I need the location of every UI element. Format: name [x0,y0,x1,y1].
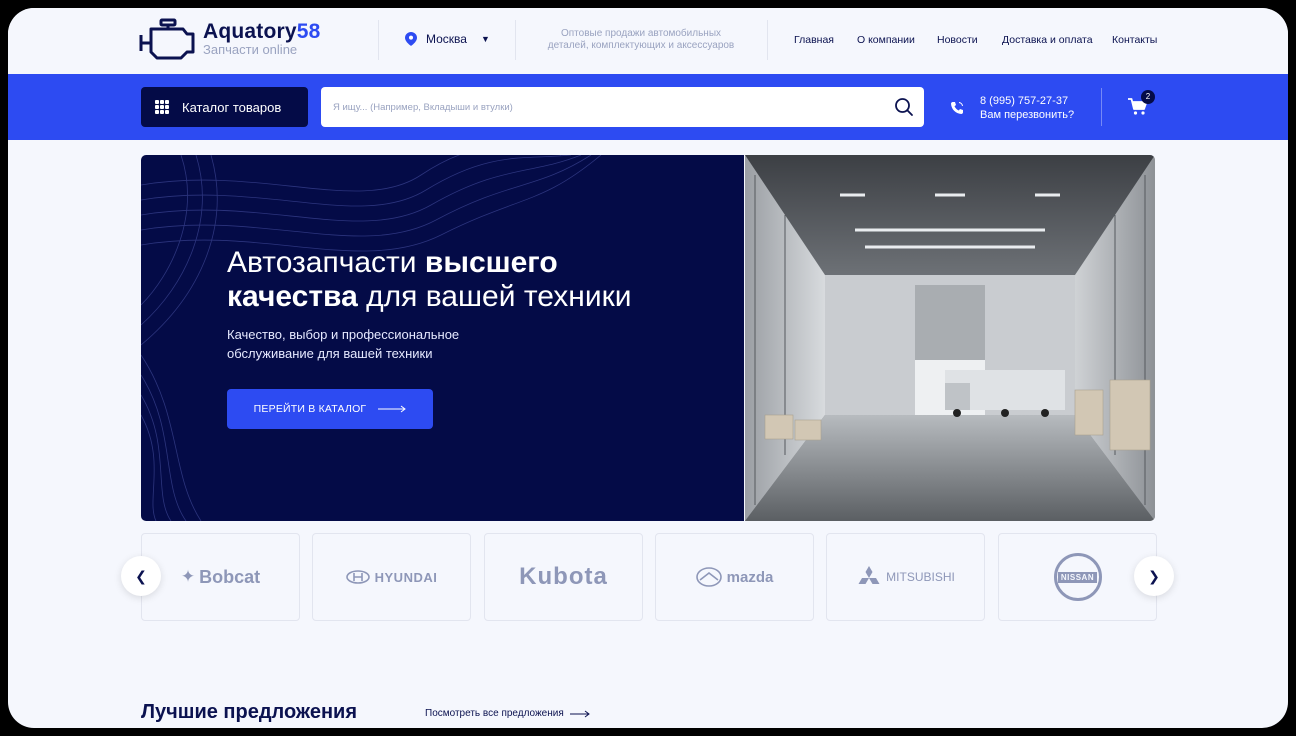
location-pin-icon [405,32,417,46]
brand-label: Kubota [519,563,608,590]
logo-subtitle: Запчасти online [203,42,298,57]
chevron-right-icon: ❯ [1148,567,1160,584]
hero-title-bold2: качества [227,280,358,313]
catalog-button-label: Каталог товаров [182,99,282,115]
brand-hyundai[interactable]: HYUNDAI [312,533,471,621]
brand-label: MITSUBISHI [886,570,955,584]
phone-block[interactable]: 8 (995) 757-27-37 Вам перезвонить? [950,94,1074,122]
phone-number: 8 (995) 757-27-37 [980,95,1069,107]
hero-title-part2: для вашей техники [357,280,632,313]
cart-count-badge: 2 [1141,90,1155,104]
hero-title-part1: Автозапчасти [227,246,425,279]
warehouse-illustration [745,155,1155,521]
search-icon[interactable] [894,97,914,117]
brands-prev-button[interactable]: ❮ [121,556,161,596]
bobcat-logo-icon: ✦ [180,567,196,586]
brand-bobcat[interactable]: ✦ Bobcat [141,533,300,621]
logo-number: 58 [296,20,321,43]
view-all-offers-label: Посмотреть все предложения [425,708,564,719]
grid-icon [155,100,169,114]
nav-news[interactable]: Новости [937,34,978,46]
nav-about[interactable]: О компании [857,34,915,46]
city-label: Москва [426,32,467,46]
hero-banner: Автозапчасти высшего качества для вашей т… [141,155,744,521]
nav-contacts[interactable]: Контакты [1112,34,1157,46]
brand-label: HYUNDAI [374,569,438,585]
go-to-catalog-label: ПЕРЕЙТИ В КАТАЛОГ [253,403,367,415]
go-to-catalog-button[interactable]: ПЕРЕЙТИ В КАТАЛОГ [227,389,433,429]
chevron-down-icon: ▼ [480,34,490,44]
brand-kubota[interactable]: Kubota [484,533,643,621]
brand-label: NISSAN [1057,571,1098,583]
warehouse-image [745,155,1155,521]
page-frame: Aquatory58 Запчасти online Москва ▼ Опто… [8,8,1288,728]
top-header: Aquatory58 Запчасти online Москва ▼ Опто… [8,8,1288,74]
arrow-right-icon [569,710,590,717]
divider [1101,88,1102,126]
brand-mitsubishi[interactable]: MITSUBISHI [826,533,985,621]
callback-link[interactable]: Вам перезвонить? [980,108,1074,122]
brands-next-button[interactable]: ❯ [1134,556,1174,596]
search-input[interactable] [321,87,893,127]
brand-label: Bobcat [199,566,261,587]
city-selector[interactable]: Москва ▼ [405,32,490,46]
hero-title: Автозапчасти высшего качества для вашей т… [227,246,727,314]
chevron-left-icon: ❮ [135,567,147,584]
search-bar-strip: Каталог товаров 8 (995) 757-27-37 Вам пе… [8,74,1288,140]
divider [767,20,768,60]
hero-subtitle: Качество, выбор и профессиональное обслу… [227,327,460,361]
brand-label: mazda [726,568,774,586]
tagline: Оптовые продажи автомобильных деталей, к… [547,28,735,51]
nav-delivery[interactable]: Доставка и оплата [1002,34,1093,46]
view-all-offers-link[interactable]: Посмотреть все предложения [425,708,590,719]
search-box [321,87,924,127]
engine-icon [139,18,195,60]
logo[interactable]: Aquatory58 Запчасти online [139,18,321,60]
hyundai-logo-icon [345,570,370,584]
hero-title-bold1: высшего [424,246,558,279]
brand-mazda[interactable]: mazda [655,533,814,621]
mitsubishi-logo-icon [858,566,880,584]
phone-icon [951,102,963,114]
arrow-right-icon [378,405,407,413]
nav-home[interactable]: Главная [794,34,834,46]
divider [515,20,516,60]
nissan-logo-icon: NISSAN [1053,553,1102,601]
catalog-button[interactable]: Каталог товаров [141,87,308,127]
best-offers-title: Лучшие предложения [141,701,358,723]
logo-title: Aquatory [203,20,297,43]
divider [378,20,379,60]
mazda-logo-icon [695,567,722,587]
